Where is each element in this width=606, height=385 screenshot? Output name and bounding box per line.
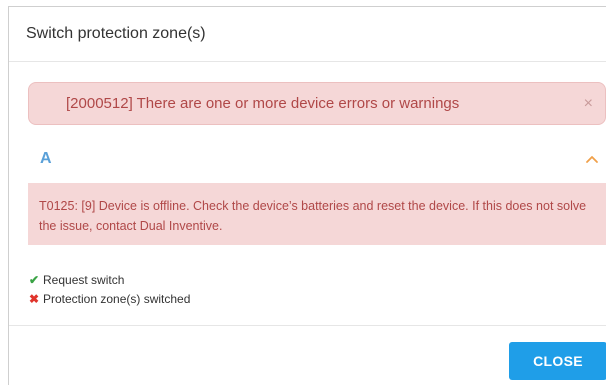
chevron-up-icon[interactable] <box>584 151 600 167</box>
section-title: A <box>40 150 52 167</box>
status-item-request-switch: ✔ Request switch <box>28 270 190 289</box>
status-list: ✔ Request switch ✖ Protection zone(s) sw… <box>28 270 190 308</box>
device-error-alert: T0125: [9] Device is offline. Check the … <box>28 183 606 245</box>
check-icon: ✔ <box>28 272 40 287</box>
status-label: Protection zone(s) switched <box>43 291 191 306</box>
section-header[interactable]: A <box>28 147 606 177</box>
switch-zone-dialog: Switch protection zone(s) [2000512] Ther… <box>8 6 606 385</box>
status-item-zones-switched: ✖ Protection zone(s) switched <box>28 289 190 308</box>
close-icon[interactable]: × <box>584 95 593 113</box>
cross-icon: ✖ <box>28 291 40 306</box>
close-button[interactable]: CLOSE <box>509 342 606 380</box>
status-label: Request switch <box>43 272 125 287</box>
dialog-title: Switch protection zone(s) <box>26 25 206 42</box>
error-alert: [2000512] There are one or more device e… <box>28 82 606 125</box>
dialog-header: Switch protection zone(s) <box>9 7 606 62</box>
error-alert-message: [2000512] There are one or more device e… <box>66 95 460 112</box>
footer-divider <box>9 325 606 326</box>
